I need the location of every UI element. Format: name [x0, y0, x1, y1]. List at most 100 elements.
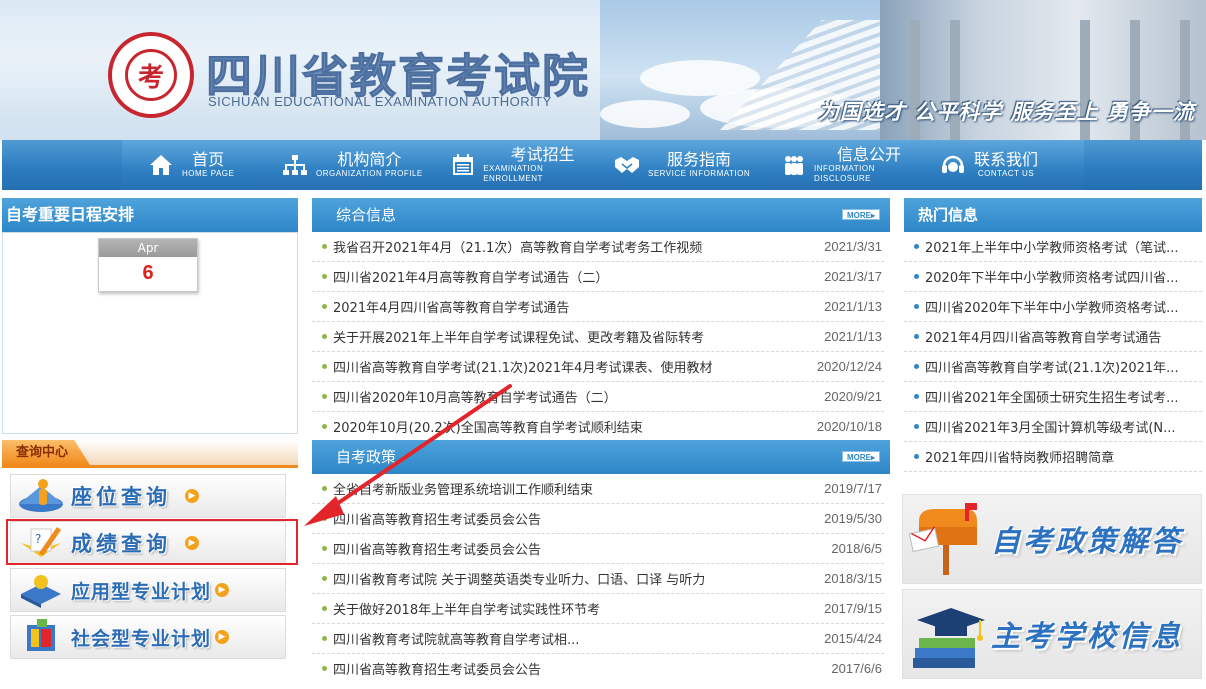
- news-date: 2020/10/18: [816, 419, 882, 434]
- news-title[interactable]: 2021年4月四川省高等教育自学考试通告: [333, 297, 794, 316]
- list-item[interactable]: 四川省教育考试院就高等教育自学考试相... 2015/4/24: [312, 624, 884, 654]
- list-item[interactable]: 2021年4月四川省高等教育自学考试通告: [904, 322, 1202, 352]
- bullet-icon: [914, 244, 919, 249]
- arrow-right-icon: ▶: [215, 630, 230, 644]
- nav-item-organization[interactable]: 机构简介 ORGANIZATION PROFILE: [282, 140, 442, 190]
- emblem-logo[interactable]: 考: [108, 32, 194, 118]
- social-plan-button[interactable]: 社会型专业计划 ▶: [10, 615, 286, 659]
- news-date: 2017/6/6: [831, 661, 882, 676]
- policy-answer-banner[interactable]: 自考政策解答: [902, 494, 1202, 584]
- news-title[interactable]: 四川省高等教育招生考试委员会公告: [333, 539, 794, 558]
- social-books-icon: [11, 617, 71, 657]
- news-date: 2021/3/17: [824, 269, 882, 284]
- calendar-icon: [450, 152, 475, 178]
- calendar-date-card[interactable]: Apr 6: [98, 238, 198, 292]
- calendar-day: 6: [142, 262, 154, 284]
- school-info-banner[interactable]: 主考学校信息: [902, 589, 1202, 679]
- news-title[interactable]: 四川省高等教育招生考试委员会公告: [333, 659, 794, 678]
- policy-header: 自考政策 MORE▸: [312, 440, 890, 474]
- bullet-icon: [914, 274, 919, 279]
- list-item[interactable]: 我省召开2021年4月（21.1次）高等教育自学考试考务工作视频 2021/3/3…: [312, 232, 884, 262]
- list-item[interactable]: 四川省高等教育招生考试委员会公告 2017/6/6: [312, 654, 884, 680]
- hot-title[interactable]: 2020年下半年中小学教师资格考试四川省...: [925, 267, 1202, 286]
- news-title[interactable]: 四川省2021年4月高等教育自学考试通告（二）: [333, 267, 794, 286]
- nav-item-service[interactable]: 服务指南 SERVICE INFORMATION: [602, 140, 762, 190]
- general-more-link[interactable]: MORE▸: [841, 209, 880, 220]
- news-title[interactable]: 四川省高等教育自学考试(21.1次)2021年4月考试课表、使用教材: [333, 357, 794, 376]
- news-title[interactable]: 关于做好2018年上半年自学考试实践性环节考: [333, 599, 794, 618]
- bullet-icon: [914, 394, 919, 399]
- nav-item-enrollment[interactable]: 考试招生 EXAMINATION ENROLLMENT: [442, 140, 602, 190]
- list-item[interactable]: 四川省2021年3月全国计算机等级考试(N...: [904, 412, 1202, 442]
- list-item[interactable]: 关于开展2021年上半年自学考试课程免试、更改考籍及省际转考 2021/1/13: [312, 322, 884, 352]
- nav-label: 考试招生: [510, 145, 575, 164]
- list-item[interactable]: 四川省高等教育招生考试委员会公告 2019/5/30: [312, 504, 884, 534]
- handshake-icon: [614, 152, 640, 178]
- hot-title[interactable]: 四川省高等教育自学考试(21.1次)2021年...: [925, 357, 1202, 376]
- news-date: 2021/1/13: [824, 299, 882, 314]
- news-title[interactable]: 四川省高等教育招生考试委员会公告: [333, 509, 794, 528]
- hot-title[interactable]: 四川省2021年全国硕士研究生招生考试考...: [925, 387, 1202, 406]
- news-title[interactable]: 我省召开2021年4月（21.1次）高等教育自学考试考务工作视频: [333, 237, 794, 256]
- people-icon: [782, 152, 806, 178]
- news-title[interactable]: 四川省教育考试院 关于调整英语类专业听力、口语、口译 与听力: [333, 569, 794, 588]
- policy-more-link[interactable]: MORE▸: [841, 451, 880, 462]
- nav-sublabel: SERVICE INFORMATION: [648, 169, 751, 178]
- main-nav: 首页 HOME PAGE 机构简介 ORGANIZATION PROFILE 考试招…: [2, 140, 1202, 190]
- list-item[interactable]: 2021年上半年中小学教师资格考试（笔试...: [904, 232, 1202, 262]
- list-item[interactable]: 四川省高等教育招生考试委员会公告 2018/6/5: [312, 534, 884, 564]
- bullet-icon: [322, 576, 327, 581]
- hot-title[interactable]: 2021年4月四川省高等教育自学考试通告: [925, 327, 1202, 346]
- nav-sublabel: HOME PAGE: [182, 169, 235, 178]
- list-item[interactable]: 四川省2020年10月高等教育自学考试通告（二） 2020/9/21: [312, 382, 884, 412]
- news-date: 2019/5/30: [824, 511, 882, 526]
- bullet-icon: [322, 666, 327, 671]
- news-title[interactable]: 2020年10月(20.2次)全国高等教育自学考试顺利结束: [333, 417, 794, 434]
- list-item[interactable]: 关于做好2018年上半年自学考试实践性环节考 2017/9/15: [312, 594, 884, 624]
- list-item[interactable]: 2021年4月四川省高等教育自学考试通告 2021/1/13: [312, 292, 884, 322]
- bullet-icon: [914, 424, 919, 429]
- hot-title[interactable]: 2021年上半年中小学教师资格考试（笔试...: [925, 237, 1202, 256]
- news-title[interactable]: 关于开展2021年上半年自学考试课程免试、更改考籍及省际转考: [333, 327, 794, 346]
- policy-title: 自考政策: [336, 448, 397, 466]
- nav-sublabel: CONTACT US: [977, 169, 1035, 178]
- nav-item-contact[interactable]: 联系我们 CONTACT US: [924, 140, 1084, 190]
- calendar-month: Apr: [99, 239, 197, 257]
- nav-sublabel: EXAMINATION ENROLLMENT: [483, 164, 544, 183]
- list-item[interactable]: 2020年10月(20.2次)全国高等教育自学考试顺利结束 2020/10/18: [312, 412, 884, 434]
- news-title[interactable]: 四川省教育考试院就高等教育自学考试相...: [333, 629, 794, 648]
- news-date: 2021/1/13: [824, 329, 882, 344]
- list-item[interactable]: 四川省高等教育自学考试(21.1次)2021年4月考试课表、使用教材 2020/1…: [312, 352, 884, 382]
- bullet-icon: [914, 454, 919, 459]
- news-title[interactable]: 四川省2020年10月高等教育自学考试通告（二）: [333, 387, 794, 406]
- general-info-title: 综合信息: [336, 206, 397, 224]
- list-item[interactable]: 四川省2020年下半年中小学教师资格考试...: [904, 292, 1202, 322]
- hot-title[interactable]: 2021年四川省特岗教师招聘简章: [925, 447, 1202, 466]
- list-item[interactable]: 四川省2021年全国硕士研究生招生考试考...: [904, 382, 1202, 412]
- list-item[interactable]: 四川省教育考试院 关于调整英语类专业听力、口语、口译 与听力 2018/3/15: [312, 564, 884, 594]
- general-info-list: 我省召开2021年4月（21.1次）高等教育自学考试考务工作视频 2021/3/3…: [312, 232, 884, 434]
- list-item[interactable]: 四川省高等教育自学考试(21.1次)2021年...: [904, 352, 1202, 382]
- bullet-icon: [322, 364, 327, 369]
- hot-info-list: 2021年上半年中小学教师资格考试（笔试... 2020年下半年中小学教师资格考…: [904, 232, 1202, 482]
- hot-title[interactable]: 四川省2021年3月全国计算机等级考试(N...: [925, 417, 1202, 436]
- news-date: 2018/6/5: [831, 541, 882, 556]
- applied-plan-button[interactable]: 应用型专业计划 ▶: [10, 568, 286, 612]
- nav-item-disclosure[interactable]: 信息公开 INFORMATION DISCLOSURE: [762, 140, 924, 190]
- bullet-icon: [322, 486, 327, 491]
- bullet-icon: [322, 516, 327, 521]
- list-item[interactable]: 2021年四川省特岗教师招聘简章: [904, 442, 1202, 472]
- bullet-icon: [914, 364, 919, 369]
- news-date: 2021/3/31: [824, 239, 882, 254]
- arrow-right-icon: ▶: [185, 489, 199, 503]
- list-item[interactable]: 四川省2021年4月高等教育自学考试通告（二） 2021/3/17: [312, 262, 884, 292]
- bullet-icon: [322, 606, 327, 611]
- list-item[interactable]: 全省自考新版业务管理系统培训工作顺利结束 2019/7/17: [312, 474, 884, 504]
- list-item[interactable]: 2020年下半年中小学教师资格考试四川省...: [904, 262, 1202, 292]
- hot-title[interactable]: 四川省2020年下半年中小学教师资格考试...: [925, 297, 1202, 316]
- seat-query-button[interactable]: 座位查询 ▶: [10, 474, 286, 518]
- nav-item-home[interactable]: 首页 HOME PAGE: [122, 140, 282, 190]
- main-nav-inner: 首页 HOME PAGE 机构简介 ORGANIZATION PROFILE 考试招…: [122, 140, 1084, 190]
- school-info-label: 主考学校信息: [991, 619, 1184, 653]
- news-title[interactable]: 全省自考新版业务管理系统培训工作顺利结束: [333, 479, 794, 498]
